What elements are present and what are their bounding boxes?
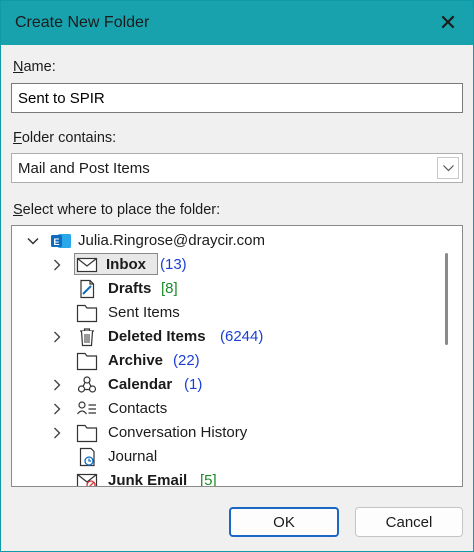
close-icon: ✕	[438, 10, 458, 35]
close-button[interactable]: ✕	[431, 7, 465, 39]
cancel-button[interactable]: Cancel	[355, 507, 463, 537]
tree-label: Select where to place the folder:	[13, 202, 220, 218]
contacts-icon	[77, 401, 96, 415]
tree-label-accesskey: S	[13, 202, 23, 218]
folder-contains-select[interactable]: Mail and Post Items	[11, 153, 463, 183]
create-new-folder-dialog: Create New Folder ✕ Name: Folder contain…	[0, 0, 474, 552]
chevron-right-icon[interactable]	[50, 426, 64, 440]
tree-item-drafts[interactable]: Drafts [8]	[12, 277, 442, 301]
title-bar: Create New Folder ✕	[1, 1, 473, 45]
folder-contains-label: Folder contains:	[13, 130, 116, 146]
folder-icon	[76, 424, 98, 443]
svg-text:E: E	[53, 237, 59, 247]
inbox-icon	[76, 257, 98, 273]
tree-item-sent-items[interactable]: Sent Items	[12, 301, 442, 325]
chevron-right-icon[interactable]	[50, 378, 64, 392]
tree-item-count: [5]	[200, 472, 217, 487]
dropdown-button[interactable]	[437, 157, 459, 179]
tree-item-label: Conversation History	[108, 424, 248, 441]
tree-item-count: [8]	[161, 280, 178, 297]
folder-contains-value: Mail and Post Items	[18, 160, 150, 177]
tree-item-journal[interactable]: Journal	[12, 445, 442, 469]
tree-item-junk-email[interactable]: Junk Email [5]	[12, 469, 442, 487]
outlook-icon: E	[51, 234, 71, 248]
folder-name-input[interactable]	[11, 83, 463, 113]
tree-item-label: Inbox	[106, 256, 146, 273]
tree-label-text: elect where to place the folder:	[22, 202, 221, 218]
tree-item-calendar[interactable]: Calendar (1)	[12, 373, 442, 397]
tree-item-deleted-items[interactable]: Deleted Items (6244)	[12, 325, 442, 349]
chevron-right-icon[interactable]	[50, 330, 64, 344]
account-name: Julia.Ringrose@draycir.com	[78, 232, 265, 249]
tree-item-inbox[interactable]: Inbox (13)	[12, 253, 442, 277]
tree-item-archive[interactable]: Archive (22)	[12, 349, 442, 373]
window-title: Create New Folder	[15, 14, 150, 31]
junk-email-icon	[76, 473, 98, 486]
folder-contains-label-text: older contains:	[21, 130, 117, 146]
calendar-icon	[77, 376, 97, 393]
tree-item-conversation-history[interactable]: Conversation History	[12, 421, 442, 445]
name-label: Name:	[13, 59, 56, 75]
folder-tree[interactable]: E Julia.Ringrose@draycir.com Inbox (13)	[11, 225, 463, 487]
journal-icon	[79, 447, 95, 467]
tree-item-label: Sent Items	[108, 304, 180, 321]
tree-item-label: Journal	[108, 448, 158, 465]
tree-item-label: Calendar	[108, 376, 173, 393]
tree-item-count: (13)	[160, 256, 187, 273]
tree-item-count: (1)	[184, 376, 203, 393]
folder-icon	[76, 352, 98, 371]
drafts-icon	[80, 279, 95, 299]
chevron-down-icon[interactable]	[26, 234, 40, 248]
tree-item-label: Junk Email	[108, 472, 188, 487]
tree-item-label: Contacts	[108, 400, 168, 417]
scrollbar-thumb[interactable]	[445, 253, 448, 345]
ok-button[interactable]: OK	[229, 507, 339, 537]
folder-icon	[76, 304, 98, 323]
tree-account-row[interactable]: E Julia.Ringrose@draycir.com	[12, 229, 442, 253]
tree-item-label: Archive	[108, 352, 164, 369]
tree-item-count: (22)	[173, 352, 200, 369]
tree-item-count: (6244)	[220, 328, 264, 345]
trash-icon	[80, 328, 94, 347]
folder-contains-accesskey: F	[13, 130, 22, 146]
chevron-right-icon[interactable]	[50, 402, 64, 416]
name-label-text: ame:	[23, 59, 56, 75]
tree-item-contacts[interactable]: Contacts	[12, 397, 442, 421]
name-label-accesskey: N	[13, 59, 24, 75]
tree-item-label: Deleted Items	[108, 328, 206, 345]
chevron-right-icon[interactable]	[50, 258, 64, 272]
chevron-down-icon	[443, 165, 454, 172]
tree-item-label: Drafts	[108, 280, 152, 297]
